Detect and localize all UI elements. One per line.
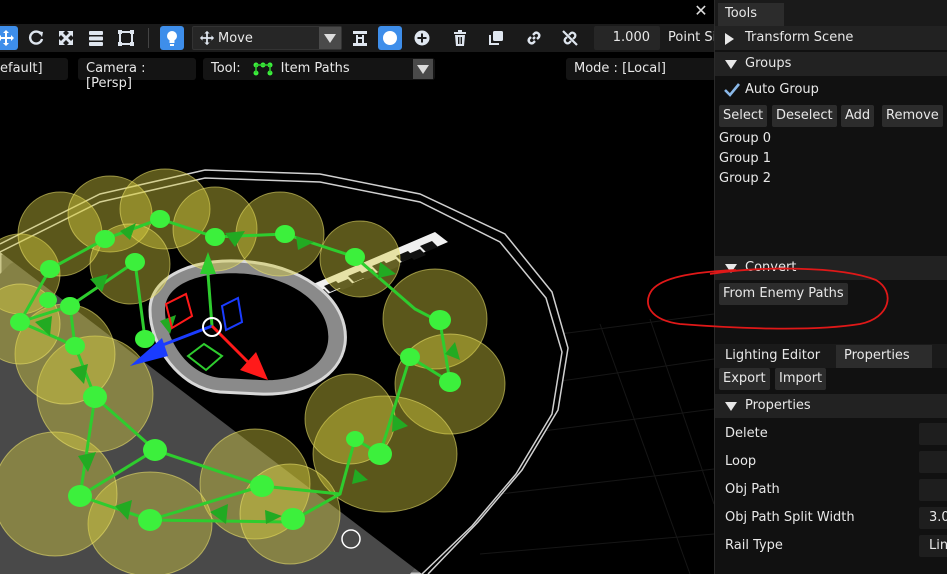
annotation-circle [647,267,889,330]
property-value[interactable] [919,479,947,501]
scale-icon[interactable] [54,26,78,50]
property-row: Rail Type Lin [715,532,947,560]
group-list-item[interactable]: Group 1 [719,151,771,166]
property-name: Obj Path [725,482,780,497]
scale-value-field[interactable]: 1.000 [594,26,660,50]
stack-icon[interactable] [84,26,108,50]
group-list-item[interactable]: Group 2 [719,171,771,186]
move-gizmo-icon[interactable] [0,26,18,50]
add-button[interactable]: Add [841,105,875,127]
groups-label: Groups [745,56,792,71]
remove-button[interactable]: Remove [882,105,943,127]
close-icon[interactable]: ✕ [693,3,709,20]
unlink-icon[interactable] [558,26,582,50]
property-name: Delete [725,426,768,441]
add-circle-icon[interactable] [410,26,434,50]
transform-scene-header[interactable]: Transform Scene [715,26,947,50]
link-icon[interactable] [522,26,546,50]
layer-selector[interactable]: efault] [0,58,68,80]
transform-scene-label: Transform Scene [745,30,854,45]
lower-tab-bar: Lighting Editor Properties [715,344,947,368]
groups-header[interactable]: Groups [715,52,947,76]
tab-tools[interactable]: Tools [718,3,784,26]
property-row: Delete [715,420,947,448]
properties-header[interactable]: Properties [715,394,947,418]
property-row: Obj Path Split Width 3.0 [715,504,947,532]
import-button[interactable]: Import [775,368,827,390]
viewport-info-bar: efault] Camera : [Persp] Tool: Item Path… [0,56,716,91]
camera-selector[interactable]: Camera : [Persp] [78,58,196,91]
property-value[interactable]: Lin [919,535,947,557]
rotate-icon[interactable] [24,26,48,50]
3d-viewport[interactable] [0,84,715,574]
select-button[interactable]: Select [719,105,768,127]
property-row: Loop [715,448,947,476]
scene-canvas[interactable] [0,84,715,574]
toolbar: Move 1.000 Point Si [0,24,714,52]
property-row: Obj Path [715,476,947,504]
align-floor-icon[interactable] [348,26,372,50]
transform-mode-label: Move [218,30,253,46]
sphere-toggle-icon[interactable] [378,26,402,50]
property-name: Rail Type [725,538,783,553]
auto-group-checkbox[interactable] [723,81,741,99]
group-list-item[interactable]: Group 0 [719,131,771,146]
properties-label: Properties [745,398,811,413]
tool-prefix-label: Tool: [211,61,241,76]
property-value[interactable] [919,423,947,445]
mode-selector[interactable]: Mode : [Local] [566,58,716,80]
move-icon [193,30,215,46]
point-size-label: Point Si [668,30,714,45]
item-paths-icon [253,62,273,80]
deselect-button[interactable]: Deselect [772,105,837,127]
chevron-down-icon [725,60,737,69]
chevron-right-icon [725,33,734,45]
tab-lighting-editor[interactable]: Lighting Editor [719,347,833,368]
property-name: Obj Path Split Width [725,510,855,525]
property-value[interactable] [919,451,947,473]
property-name: Loop [725,454,757,469]
property-value[interactable]: 3.0 [919,507,947,529]
duplicate-icon[interactable] [484,26,508,50]
tab-properties[interactable]: Properties [836,345,932,368]
toolbar-separator [148,28,149,48]
trash-icon[interactable] [448,26,472,50]
export-button[interactable]: Export [719,368,770,390]
chevron-down-icon [413,59,433,79]
bounding-box-icon[interactable] [114,26,138,50]
chevron-down-icon [319,27,341,49]
transform-mode-select[interactable]: Move [192,26,342,50]
tool-value-label: Item Paths [280,61,350,76]
tool-selector[interactable]: Tool: Item Paths [203,58,435,80]
lightbulb-icon[interactable] [160,26,184,50]
chevron-down-icon [725,402,737,411]
tab-bar: Tools [715,0,947,26]
auto-group-label: Auto Group [745,82,819,97]
